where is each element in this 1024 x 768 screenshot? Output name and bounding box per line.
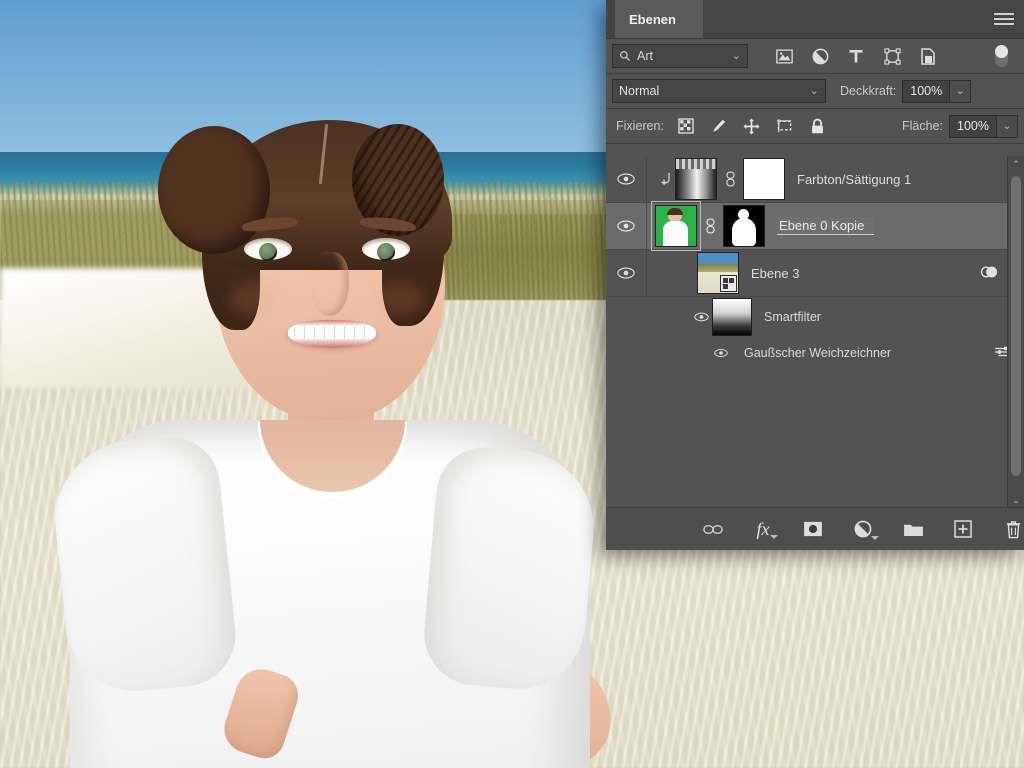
adjustment-filter-icon[interactable]: [810, 46, 830, 66]
delete-layer-button[interactable]: [1002, 518, 1024, 540]
layer-visibility-toggle[interactable]: [606, 203, 647, 249]
right-sleeve: [419, 443, 601, 695]
search-icon: [620, 51, 630, 61]
mask-link-icon[interactable]: [721, 171, 739, 187]
clipping-mask-icon: [659, 172, 675, 186]
smart-filter-visibility-toggle[interactable]: [690, 312, 712, 322]
eye-icon: [693, 312, 709, 322]
filter-type-icons: [774, 46, 938, 66]
lock-all-icon[interactable]: [808, 116, 828, 136]
lock-transparency-icon[interactable]: [676, 116, 696, 136]
layer-visibility-toggle[interactable]: [606, 250, 647, 296]
smart-filter-name[interactable]: Gaußscher Weichzeichner: [744, 346, 891, 360]
fill-value[interactable]: 100%: [949, 114, 997, 138]
cheek-left: [230, 282, 276, 316]
layer-name[interactable]: Farbton/Sättigung 1: [797, 172, 911, 187]
table-row[interactable]: Ebene 0 Kopie: [606, 201, 1024, 251]
filter-visibility-toggle[interactable]: [710, 348, 732, 358]
fx-label: fx: [756, 518, 770, 539]
chevron-down-icon: ⌄: [809, 84, 819, 97]
opacity-label: Deckkraft:: [840, 84, 897, 98]
panel-menu-icon[interactable]: [994, 13, 1014, 26]
blend-mode-value: Normal: [619, 84, 660, 98]
chevron-down-icon: ⌄: [731, 49, 741, 62]
smart-filter-mask-thumbnail[interactable]: [712, 298, 752, 336]
smart-object-badge-icon: [720, 275, 737, 292]
blend-opacity-row: Normal ⌄ Deckkraft: 100% ⌄: [606, 74, 1024, 109]
blend-mode-dropdown[interactable]: Normal ⌄: [612, 79, 826, 103]
scrollbar-thumb[interactable]: [1011, 176, 1021, 476]
chevron-down-icon: ⌄: [1012, 494, 1020, 505]
filter-toggle-switch[interactable]: [995, 45, 1008, 67]
smart-filter-item-row[interactable]: Gaußscher Weichzeichner: [606, 337, 1024, 369]
layer-name[interactable]: Ebene 0 Kopie: [777, 217, 875, 235]
scroll-up-button[interactable]: ⌃: [1008, 156, 1024, 172]
add-mask-button[interactable]: [802, 518, 824, 540]
chevron-down-icon: ⌄: [1002, 119, 1012, 132]
scroll-down-button[interactable]: ⌄: [1008, 492, 1024, 508]
pixel-filter-icon[interactable]: [774, 46, 794, 66]
smart-filter-group-row[interactable]: Smartfilter: [606, 297, 1024, 337]
left-sleeve: [47, 431, 241, 699]
layer-name[interactable]: Ebene 3: [751, 266, 799, 281]
layer-mask-thumbnail[interactable]: [743, 158, 785, 200]
fill-stepper[interactable]: ⌄: [997, 114, 1018, 138]
lock-artboard-icon[interactable]: [775, 116, 795, 136]
kind-filter-dropdown[interactable]: Art ⌄: [612, 44, 748, 68]
layer-thumbnail[interactable]: [675, 158, 717, 200]
eye-icon: [714, 348, 728, 358]
layer-mask-thumbnail[interactable]: [723, 205, 765, 247]
teeth: [294, 326, 370, 339]
eye-icon: [617, 173, 635, 185]
new-adjustment-layer-button[interactable]: [852, 518, 879, 540]
table-row[interactable]: Farbton/Sättigung 1: [606, 156, 1024, 203]
opacity-stepper[interactable]: ⌄: [950, 79, 972, 103]
layer-visibility-toggle[interactable]: [606, 156, 647, 202]
nose: [311, 252, 349, 316]
tab-ebenen[interactable]: Ebenen: [615, 0, 703, 38]
cheek-right: [378, 282, 424, 316]
eye-icon: [617, 267, 635, 279]
lock-image-icon[interactable]: [709, 116, 729, 136]
link-layers-button[interactable]: [702, 518, 724, 540]
chevron-down-icon: [871, 536, 879, 540]
panel-tab-bar: Ebenen: [606, 0, 1024, 39]
hair-bun-left: [158, 126, 270, 254]
smartobject-filter-icon[interactable]: [918, 46, 938, 66]
new-layer-button[interactable]: [952, 518, 974, 540]
iris-left: [259, 243, 277, 261]
layer-thumbnail[interactable]: [651, 201, 701, 251]
smart-filter-group-label: Smartfilter: [764, 310, 821, 324]
lock-label: Fixieren:: [616, 119, 664, 133]
layers-panel: Ebenen Art ⌄ Normal ⌄ Deckkraft: 100% ⌄ …: [606, 0, 1024, 550]
table-row[interactable]: Ebene 3 ⌃: [606, 250, 1024, 297]
chevron-up-icon: ⌃: [1012, 158, 1020, 169]
lock-row: Fixieren: Fläche: 100% ⌄: [606, 109, 1024, 144]
chevron-down-icon: [770, 535, 778, 539]
smart-filter-badge-icon[interactable]: [979, 264, 999, 283]
iris-right: [377, 243, 395, 261]
layer-thumbnail[interactable]: [697, 252, 739, 294]
lock-position-icon[interactable]: [742, 116, 762, 136]
kind-filter-label: Art: [637, 49, 653, 63]
layers-panel-toolbar: fx: [606, 507, 1024, 550]
shape-filter-icon[interactable]: [882, 46, 902, 66]
chevron-down-icon: ⌄: [955, 84, 965, 97]
layer-list-scrollbar[interactable]: ⌃ ⌄: [1007, 156, 1024, 508]
eye-icon: [617, 220, 635, 232]
fill-label: Fläche:: [902, 119, 943, 133]
layer-list[interactable]: Farbton/Sättigung 1 Ebene 0 Kopie Ebene …: [606, 156, 1024, 508]
tab-label: Ebenen: [629, 11, 676, 27]
cutout-person: [30, 20, 617, 768]
layer-style-button[interactable]: fx: [752, 518, 778, 540]
type-filter-icon[interactable]: [846, 46, 866, 66]
opacity-value[interactable]: 100%: [902, 79, 951, 103]
mask-link-icon[interactable]: [701, 218, 719, 234]
lock-icons: [676, 116, 828, 136]
filter-row: Art ⌄: [606, 39, 1024, 74]
new-group-button[interactable]: [902, 518, 924, 540]
